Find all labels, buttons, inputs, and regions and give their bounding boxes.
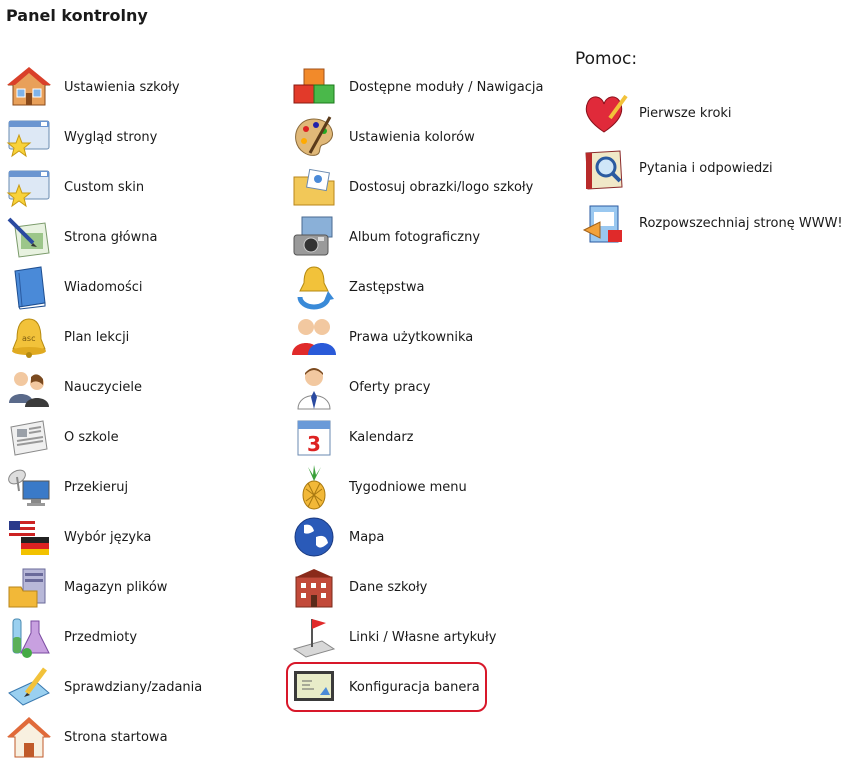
bell-icon: asc — [5, 313, 53, 361]
menu-item-label: Oferty pracy — [349, 379, 431, 395]
menu-item-przedmioty[interactable]: Przedmioty — [5, 612, 265, 662]
svg-text:3: 3 — [307, 432, 321, 456]
menu-item-label: Sprawdziany/zadania — [64, 679, 203, 695]
menu-item-konfiguracja-banera[interactable]: Konfiguracja banera — [290, 662, 550, 712]
menu-item-wiadomosci[interactable]: Wiadomości — [5, 262, 265, 312]
menu-item-label: Wiadomości — [64, 279, 143, 295]
menu-item-prawa-uzytkownika[interactable]: Prawa użytkownika — [290, 312, 550, 362]
menu-item-label: Tygodniowe menu — [349, 479, 467, 495]
flags-icon — [5, 513, 53, 561]
menu-item-pierwsze-kroki[interactable]: Pierwsze kroki — [580, 86, 850, 141]
menu-item-ustawienia-kolorow[interactable]: Ustawienia kolorów — [290, 112, 550, 162]
menu-item-mapa[interactable]: Mapa — [290, 512, 550, 562]
heart-pencil-icon — [580, 90, 628, 138]
menu-item-label: Strona główna — [64, 229, 158, 245]
menu-item-o-szkole[interactable]: O szkole — [5, 412, 265, 462]
menu-item-wyglad-strony[interactable]: Wygląd strony — [5, 112, 265, 162]
businessman-icon — [290, 363, 338, 411]
window-star-icon — [5, 113, 53, 161]
page-title: Panel kontrolny — [6, 6, 148, 25]
menu-item-strona-glowna[interactable]: Strona główna — [5, 212, 265, 262]
book-magnifier-icon — [580, 145, 628, 193]
menu-item-ustawienia-szkoly[interactable]: Ustawienia szkoły — [5, 62, 265, 112]
calendar-icon: 3 — [290, 413, 338, 461]
menu-item-label: Wybór języka — [64, 529, 152, 545]
svg-text:asc: asc — [22, 334, 35, 343]
menu-item-label: Mapa — [349, 529, 385, 545]
menu-item-label: Rozpowszechniaj stronę WWW! — [639, 216, 843, 231]
bell-arrows-icon — [290, 263, 338, 311]
users-icon — [290, 313, 338, 361]
menu-item-label: Kalendarz — [349, 429, 414, 445]
lab-flasks-icon — [5, 613, 53, 661]
menu-item-strona-startowa[interactable]: Strona startowa — [5, 712, 265, 762]
banner-icon — [290, 663, 338, 711]
menu-item-label: Ustawienia szkoły — [64, 79, 180, 95]
palette-icon — [290, 113, 338, 161]
help-title: Pomoc: — [575, 49, 638, 69]
camera-photo-icon — [290, 213, 338, 261]
building-icon — [290, 563, 338, 611]
menu-item-linki-wlasne-artykuly[interactable]: Linki / Własne artykuły — [290, 612, 550, 662]
menu-item-pytania-i-odpowiedzi[interactable]: Pytania i odpowiedzi — [580, 141, 850, 196]
menu-item-nauczyciele[interactable]: Nauczyciele — [5, 362, 265, 412]
share-page-icon — [580, 200, 628, 248]
newspaper-icon — [5, 413, 53, 461]
home-icon — [5, 713, 53, 761]
menu-item-label: Pierwsze kroki — [639, 106, 732, 121]
menu-item-magazyn-plikow[interactable]: Magazyn plików — [5, 562, 265, 612]
menu-item-label: Pytania i odpowiedzi — [639, 161, 773, 176]
window-star-icon — [5, 163, 53, 211]
pen-paper-icon — [5, 213, 53, 261]
menu-item-custom-skin[interactable]: Custom skin — [5, 162, 265, 212]
menu-item-label: O szkole — [64, 429, 119, 445]
menu-item-tygodniowe-menu[interactable]: Tygodniowe menu — [290, 462, 550, 512]
menu-item-label: Dostępne moduły / Nawigacja — [349, 79, 544, 95]
menu-item-zastepstwa[interactable]: Zastępstwa — [290, 262, 550, 312]
menu-item-sprawdziany-zadania[interactable]: Sprawdziany/zadania — [5, 662, 265, 712]
menu-item-album-fotograficzny[interactable]: Album fotograficzny — [290, 212, 550, 262]
menu-item-rozpowszechniaj-strone-www[interactable]: Rozpowszechniaj stronę WWW! — [580, 196, 850, 251]
menu-item-label: Album fotograficzny — [349, 229, 481, 245]
pencil-paper-icon — [5, 663, 53, 711]
menu-item-plan-lekcji[interactable]: asc Plan lekcji — [5, 312, 265, 362]
menu-item-label: Nauczyciele — [64, 379, 142, 395]
house-icon — [5, 63, 53, 111]
menu-item-label: Wygląd strony — [64, 129, 158, 145]
menu-item-label: Ustawienia kolorów — [349, 129, 475, 145]
menu-item-przekieruj[interactable]: Przekieruj — [5, 462, 265, 512]
menu-item-oferty-pracy[interactable]: Oferty pracy — [290, 362, 550, 412]
globe-icon — [290, 513, 338, 561]
menu-item-wybor-jezyka[interactable]: Wybór języka — [5, 512, 265, 562]
menu-item-label: Prawa użytkownika — [349, 329, 474, 345]
blue-book-icon — [5, 263, 53, 311]
menu-item-dostosuj-obrazki-logo-szkoly[interactable]: Dostosuj obrazki/logo szkoły — [290, 162, 550, 212]
menu-item-dane-szkoly[interactable]: Dane szkoły — [290, 562, 550, 612]
image-folder-icon — [290, 163, 338, 211]
menu-item-label: Custom skin — [64, 179, 145, 195]
flag-paper-icon — [290, 613, 338, 661]
people-icon — [5, 363, 53, 411]
satellite-monitor-icon — [5, 463, 53, 511]
menu-item-kalendarz[interactable]: 3 Kalendarz — [290, 412, 550, 462]
menu-item-label: Zastępstwa — [349, 279, 425, 295]
menu-item-label: Przekieruj — [64, 479, 129, 495]
menu-item-label: Dostosuj obrazki/logo szkoły — [349, 179, 534, 195]
pineapple-icon — [290, 463, 338, 511]
menu-item-label: Dane szkoły — [349, 579, 428, 595]
menu-item-label: Przedmioty — [64, 629, 138, 645]
menu-item-dostepne-moduly-nawigacja[interactable]: Dostępne moduły / Nawigacja — [290, 62, 550, 112]
server-folder-icon — [5, 563, 53, 611]
menu-item-label: Plan lekcji — [64, 329, 130, 345]
cubes-icon — [290, 63, 338, 111]
menu-item-label: Konfiguracja banera — [349, 679, 480, 695]
menu-item-label: Strona startowa — [64, 729, 168, 745]
menu-item-label: Magazyn plików — [64, 579, 168, 595]
menu-item-label: Linki / Własne artykuły — [349, 629, 497, 645]
